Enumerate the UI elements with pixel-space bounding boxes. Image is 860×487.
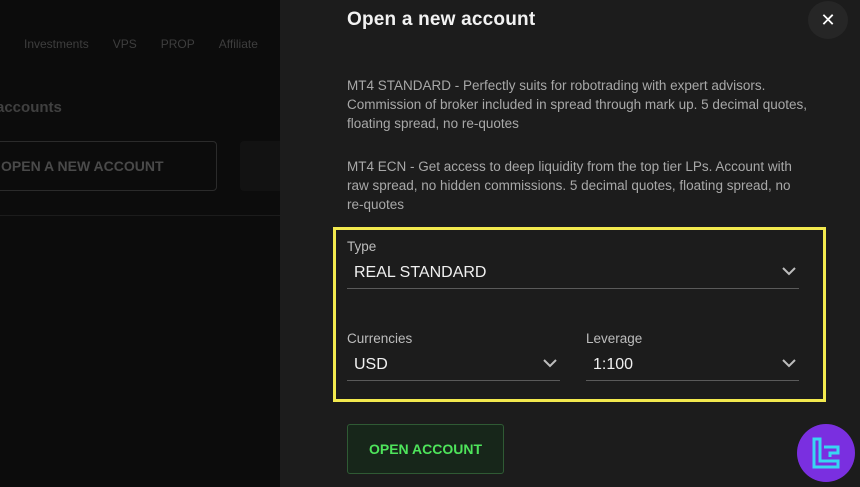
- logo-mark: [812, 437, 840, 469]
- chevron-down-icon: [543, 359, 557, 368]
- top-nav: Investments VPS PROP Affiliate: [24, 37, 280, 51]
- nav-affiliate[interactable]: Affiliate: [219, 37, 258, 51]
- divider: [0, 215, 280, 216]
- secondary-button[interactable]: [240, 141, 280, 191]
- modal-title: Open a new account: [347, 9, 536, 30]
- nav-prop[interactable]: PROP: [161, 37, 195, 51]
- currencies-select[interactable]: USD: [347, 349, 560, 381]
- open-account-button[interactable]: OPEN ACCOUNT: [347, 424, 504, 474]
- background-page: Investments VPS PROP Affiliate accounts …: [0, 0, 280, 487]
- nav-vps[interactable]: VPS: [113, 37, 137, 51]
- open-account-modal: Open a new account ✕ MT4 STANDARD - Perf…: [280, 0, 860, 487]
- currencies-label: Currencies: [347, 331, 413, 346]
- leverage-select[interactable]: 1:100: [586, 349, 799, 381]
- leverage-label: Leverage: [586, 331, 643, 346]
- accounts-heading: accounts: [0, 99, 62, 116]
- chevron-down-icon: [782, 359, 796, 368]
- mt4-standard-description: MT4 STANDARD - Perfectly suits for robot…: [347, 78, 807, 131]
- leverage-field: Leverage 1:100: [586, 331, 799, 381]
- type-select[interactable]: REAL STANDARD: [347, 257, 799, 289]
- currencies-value: USD: [354, 355, 388, 373]
- close-button[interactable]: ✕: [808, 1, 848, 39]
- type-label: Type: [347, 239, 377, 254]
- nav-investments[interactable]: Investments: [24, 37, 89, 51]
- type-field: Type REAL STANDARD: [347, 239, 799, 289]
- close-icon: ✕: [820, 9, 836, 30]
- brand-logo-icon: [797, 424, 855, 482]
- type-value: REAL STANDARD: [354, 263, 487, 281]
- mt4-ecn-description: MT4 ECN - Get access to deep liquidity f…: [347, 159, 792, 212]
- open-new-account-button[interactable]: OPEN A NEW ACCOUNT: [0, 141, 217, 191]
- chevron-down-icon: [782, 267, 796, 276]
- leverage-value: 1:100: [593, 355, 634, 373]
- currencies-field: Currencies USD: [347, 331, 560, 381]
